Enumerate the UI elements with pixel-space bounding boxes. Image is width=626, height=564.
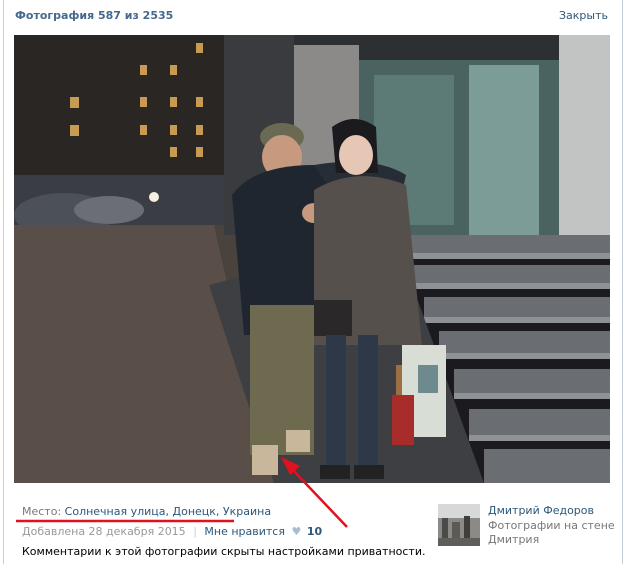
heart-icon[interactable]: ♥ [291,525,301,538]
close-link[interactable]: Закрыть [559,9,608,22]
like-link[interactable]: Мне нравится [204,525,285,538]
photo[interactable] [14,35,610,483]
location-row: Место: Солнечная улица, Донецк, Украина [22,505,271,518]
photo-image [14,35,610,483]
author-block: Дмитрий Федоров Фотографии на стене Дмит… [438,504,618,550]
added-date: Добавлена 28 декабря 2015 [22,525,186,538]
album-line-2: Дмитрия [488,533,540,546]
album-link[interactable]: Фотографии на стене Дмитрия [488,519,618,547]
photo-counter-title: Фотография 587 из 2535 [15,9,174,22]
viewer-header: Фотография 587 из 2535 Закрыть [4,0,624,32]
location-label: Место: [22,505,62,518]
author-name-link[interactable]: Дмитрий Федоров [488,504,594,517]
album-line-1: Фотографии на стене [488,519,615,532]
author-photo-thumbnail[interactable] [438,504,480,546]
separator: | [193,525,197,538]
like-count[interactable]: 10 [307,525,322,538]
location-link[interactable]: Солнечная улица, Донецк, Украина [65,505,271,518]
comments-privacy-note: Комментарии к этой фотографии скрыты нас… [22,545,426,558]
thumbnail-image [438,504,480,546]
meta-row: Добавлена 28 декабря 2015 | Мне нравится… [22,525,322,538]
photo-viewer: Фотография 587 из 2535 Закрыть Место: Со… [3,0,623,564]
